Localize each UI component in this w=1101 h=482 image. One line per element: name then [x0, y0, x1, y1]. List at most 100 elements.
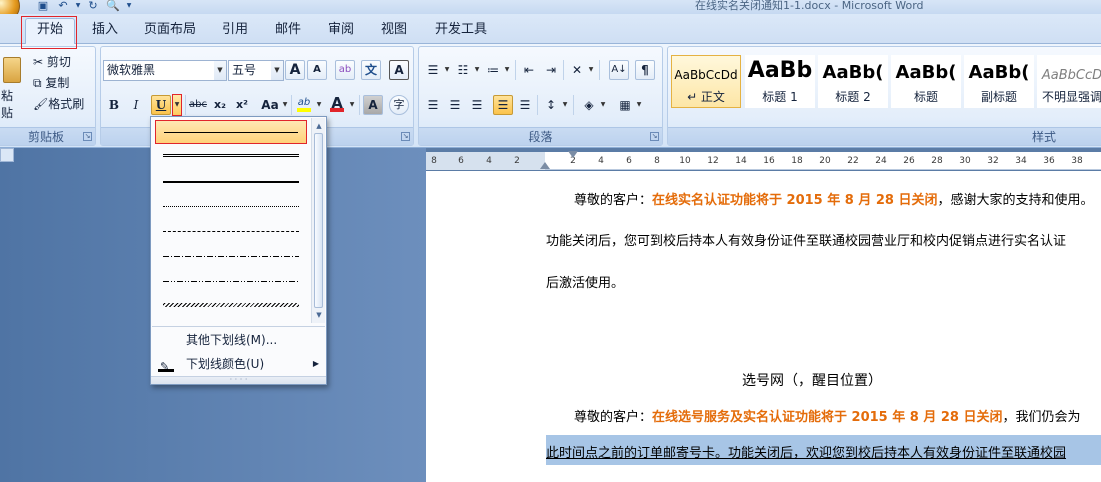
multilevel-list-dropdown[interactable]: ▼ [503, 60, 511, 80]
style-title[interactable]: AaBb(标题 [891, 55, 961, 108]
redo-icon[interactable]: ↻ [84, 0, 102, 12]
font-size-combo[interactable]: 五号 ▼ [228, 60, 284, 81]
borders-button[interactable]: ▦ [615, 95, 635, 115]
bullets-button[interactable]: ☰ [423, 60, 443, 80]
underline-style-dot-dash[interactable] [155, 245, 307, 269]
font-launcher-icon[interactable]: ↘ [401, 132, 410, 141]
cut-button[interactable]: ✂ 剪切 [33, 53, 71, 70]
strikethrough-button[interactable]: abc [188, 95, 208, 115]
justify-button[interactable]: ☰ [493, 95, 513, 115]
chevron-down-icon: ▼ [316, 101, 322, 108]
ruler-tick: 14 [735, 156, 747, 166]
scroll-down-icon[interactable]: ▼ [312, 309, 326, 321]
tab-view[interactable]: 视图 [377, 20, 411, 42]
tab-insert[interactable]: 插入 [88, 20, 122, 42]
style-heading-1[interactable]: AaBb 标题 1 [745, 55, 815, 108]
format-painter-button[interactable]: 🖌格式刷 [33, 95, 84, 112]
office-button[interactable] [0, 0, 20, 14]
increase-indent-button[interactable]: ⇥ [541, 60, 561, 80]
sort-button[interactable]: A↓ [609, 60, 629, 80]
window-title: 在线实名关闭通知1-1.docx - Microsoft Word [695, 0, 924, 12]
customize-qat-icon[interactable]: ▼ [124, 0, 134, 12]
line-spacing-button[interactable]: ↕ [541, 95, 561, 115]
phonetic-guide-button[interactable]: 文 [361, 60, 381, 80]
align-left-button[interactable]: ☰ [423, 95, 443, 115]
borders-dropdown[interactable]: ▼ [635, 95, 643, 115]
shading-dropdown[interactable]: ▼ [599, 95, 607, 115]
paragraph-launcher-icon[interactable]: ↘ [650, 132, 659, 141]
style-normal[interactable]: AaBbCcDd ↵ 正文 [671, 55, 741, 108]
subscript-button[interactable]: x₂ [210, 95, 230, 115]
align-center-button[interactable]: ☰ [445, 95, 465, 115]
bullets-dropdown[interactable]: ▼ [443, 60, 451, 80]
numbering-dropdown[interactable]: ▼ [473, 60, 481, 80]
decrease-indent-button[interactable]: ⇤ [519, 60, 539, 80]
text-highlight-button[interactable]: ab [294, 93, 314, 113]
undo-icon[interactable]: ↶ [54, 0, 72, 12]
shrink-font-button[interactable]: A [307, 60, 327, 80]
underline-style-dot-dot-dash[interactable] [155, 270, 307, 294]
dropdown-scrollbar[interactable]: ▲ ▼ [311, 118, 325, 323]
chevron-down-icon[interactable]: ▼ [271, 61, 283, 80]
line-spacing-dropdown[interactable]: ▼ [561, 95, 569, 115]
bold-button[interactable]: B [104, 95, 124, 115]
underline-button[interactable]: U [151, 95, 171, 115]
first-line-indent-marker[interactable] [568, 151, 578, 158]
clear-formatting-button[interactable]: ab [335, 60, 355, 80]
ruler-tick: 6 [626, 156, 632, 166]
scroll-thumb[interactable] [314, 133, 323, 308]
shading-button[interactable]: ◈ [579, 95, 599, 115]
numbering-button[interactable]: ☷ [453, 60, 473, 80]
more-underlines-menu-item[interactable]: 其他下划线(M)... [152, 329, 325, 351]
character-shading-button[interactable]: A [363, 95, 383, 115]
style-heading-2[interactable]: AaBb(标题 2 [818, 55, 888, 108]
change-case-dropdown[interactable]: ▼ [281, 95, 289, 115]
left-indent-marker[interactable] [540, 162, 550, 169]
underline-style-dashed[interactable] [155, 220, 307, 244]
paste-label: 粘贴 [1, 89, 14, 120]
copy-button[interactable]: ⧉ 复制 [33, 74, 69, 91]
document-page[interactable]: 尊敬的客户：在线实名认证功能将于 2015 年 8 月 28 日关闭，感谢大家的… [426, 171, 1101, 482]
chinese-layout-button[interactable]: ✕ [567, 60, 587, 80]
italic-button[interactable]: I [126, 95, 146, 115]
chinese-layout-dropdown[interactable]: ▼ [587, 60, 595, 80]
font-color-dropdown[interactable]: ▼ [348, 95, 356, 115]
tab-mailings[interactable]: 邮件 [271, 20, 305, 42]
highlight-dropdown[interactable]: ▼ [315, 95, 323, 115]
underline-color-menu-item[interactable]: ✎ 下划线颜色(U) ▶ [152, 353, 325, 375]
underline-style-thick[interactable] [155, 170, 307, 194]
multilevel-list-button[interactable]: ≔ [483, 60, 503, 80]
ruler-corner[interactable] [0, 148, 14, 162]
underline-style-wave[interactable] [155, 295, 307, 319]
style-subtitle[interactable]: AaBb(副标题 [964, 55, 1034, 108]
font-color-button[interactable]: A [327, 93, 347, 113]
selected-text[interactable]: 此时间点之前的订单邮寄号卡。功能关闭后，欢迎您到校后持本人有效身份证件至联通校园 [546, 435, 1101, 465]
chevron-down-icon[interactable]: ▼ [214, 61, 226, 80]
distributed-button[interactable]: ☰ [515, 95, 535, 115]
font-name-combo[interactable]: 微软雅黑 ▼ [103, 60, 227, 81]
underline-style-single[interactable] [155, 120, 307, 144]
print-preview-icon[interactable]: 🔍 [104, 0, 122, 12]
superscript-button[interactable]: x² [232, 95, 252, 115]
paste-button[interactable]: 粘贴 [1, 51, 23, 120]
align-right-button[interactable]: ☰ [467, 95, 487, 115]
change-case-button[interactable]: Aa [258, 95, 282, 115]
scroll-up-icon[interactable]: ▲ [312, 120, 326, 132]
style-subtle-emphasis[interactable]: AaBbCcD 不明显强调 [1037, 55, 1101, 108]
tab-page-layout[interactable]: 页面布局 [140, 20, 200, 42]
dropdown-resize-gripper[interactable]: · · · · [151, 376, 326, 384]
tab-references[interactable]: 引用 [218, 20, 252, 42]
character-border-button[interactable]: A [389, 60, 409, 80]
save-icon[interactable]: ▣ [34, 0, 52, 12]
clipboard-launcher-icon[interactable]: ↘ [83, 132, 92, 141]
enclose-characters-button[interactable]: 字 [389, 95, 409, 115]
tab-review[interactable]: 审阅 [324, 20, 358, 42]
undo-dropdown-icon[interactable]: ▼ [74, 0, 82, 12]
tab-developer[interactable]: 开发工具 [431, 20, 491, 42]
underline-dropdown-button[interactable]: ▼ [172, 94, 182, 116]
grow-font-button[interactable]: A [285, 60, 305, 80]
underline-style-dotted[interactable] [155, 195, 307, 219]
underline-style-double[interactable] [155, 145, 307, 169]
show-marks-button[interactable]: ¶ [635, 60, 655, 80]
horizontal-ruler[interactable]: 8 6 4 2 2 4 6 8 10 12 14 16 18 20 22 24 … [426, 151, 1101, 170]
